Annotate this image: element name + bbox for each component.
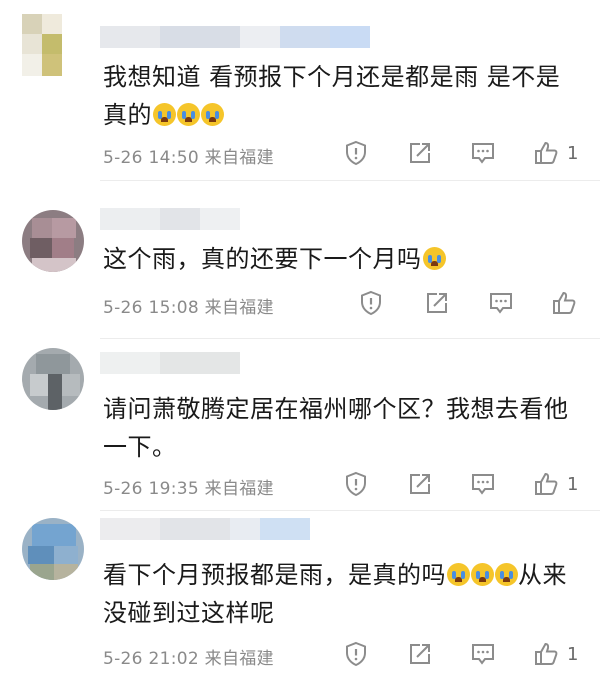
comment-meta: 5-26 15:08 来自福建 [103, 298, 274, 318]
crying-emoji-icon [177, 103, 200, 126]
shield-exclamation-icon [361, 290, 381, 316]
comment-text: 请问萧敬腾定居在福州哪个区？我想去看他 一下。 [103, 395, 569, 461]
comment-text: 我想知道 看预报下个月还是都是雨 是不是 真的 [103, 63, 561, 129]
avatar[interactable] [22, 348, 84, 410]
comment-bubble-icon [490, 293, 512, 314]
comment-item: 请问萧敬腾定居在福州哪个区？我想去看他 一下。 5-26 19:35 来自福建 … [0, 340, 600, 512]
crying-emoji-icon [201, 103, 224, 126]
avatar[interactable] [22, 14, 84, 76]
like-count: 1 [567, 644, 579, 665]
shield-exclamation-icon [346, 140, 366, 166]
report-button[interactable] [344, 140, 368, 166]
thumbs-up-icon [535, 642, 558, 665]
report-button[interactable] [359, 290, 383, 316]
share-arrow-icon [410, 644, 430, 664]
shield-exclamation-icon [346, 471, 366, 497]
reply-button[interactable] [470, 140, 496, 166]
like-button[interactable] [533, 641, 559, 667]
report-button[interactable] [344, 471, 368, 497]
comment-bubble-icon [472, 474, 494, 495]
reply-button[interactable] [488, 290, 514, 316]
like-button[interactable] [551, 290, 577, 316]
comment-meta: 5-26 14:50 来自福建 [103, 148, 274, 168]
avatar[interactable] [22, 518, 84, 580]
avatar[interactable] [22, 210, 84, 272]
comment-text: 看下个月预报都是雨，是真的吗 从来 没碰到过这样呢 [103, 561, 567, 627]
crying-emoji-icon [153, 103, 176, 126]
comment-meta: 5-26 19:35 来自福建 [103, 479, 274, 499]
crying-emoji-icon [422, 247, 446, 270]
repost-button[interactable] [407, 140, 433, 166]
comment-item: 这个雨，真的还要下一个月吗 5-26 15:08 来自福建 [0, 180, 600, 340]
repost-button[interactable] [424, 290, 450, 316]
crying-emoji-icon [471, 563, 494, 586]
shield-exclamation-icon [346, 641, 366, 667]
divider [100, 338, 600, 339]
share-arrow-icon [410, 474, 430, 494]
divider [100, 510, 600, 511]
share-arrow-icon [410, 143, 430, 163]
thumbs-up-icon [535, 472, 558, 495]
comment-meta: 5-26 21:02 来自福建 [103, 649, 274, 669]
crying-emoji-icon [447, 563, 470, 586]
comment-bubble-icon [472, 143, 494, 164]
repost-button[interactable] [407, 641, 433, 667]
comment-bubble-icon [472, 644, 494, 665]
comment-item: 我想知道 看预报下个月还是都是雨 是不是 真的 5-26 14:50 来自福建 … [0, 0, 600, 181]
repost-button[interactable] [407, 471, 433, 497]
crying-emoji-icon [495, 563, 518, 586]
like-count: 1 [567, 143, 579, 164]
like-button[interactable] [533, 471, 559, 497]
thumbs-up-icon [535, 141, 558, 164]
thumbs-up-icon [553, 291, 576, 314]
share-arrow-icon [427, 293, 447, 313]
like-count: 1 [567, 474, 579, 495]
reply-button[interactable] [470, 641, 496, 667]
report-button[interactable] [344, 641, 368, 667]
reply-button[interactable] [470, 471, 496, 497]
comment-text: 这个雨，真的还要下一个月吗 [103, 240, 583, 278]
comment-item: 看下个月预报都是雨，是真的吗 从来 没碰到过这样呢 5-26 21:02 来自福建… [0, 512, 600, 674]
like-button[interactable] [533, 140, 559, 166]
